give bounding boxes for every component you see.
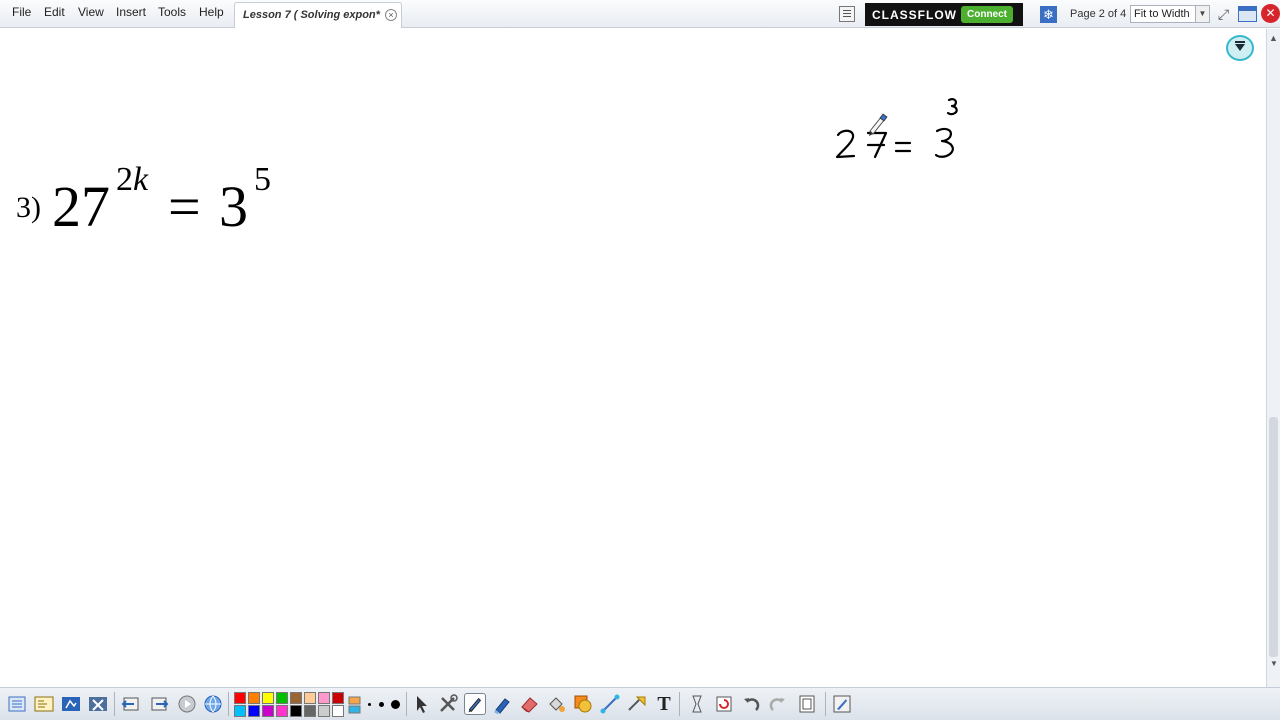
reset-page-icon[interactable] — [713, 693, 735, 715]
connector-icon[interactable] — [599, 693, 621, 715]
color-swatch[interactable] — [332, 692, 344, 704]
color-swatch[interactable] — [248, 705, 260, 717]
menu-insert[interactable]: Insert — [116, 5, 146, 19]
eraser-icon[interactable] — [518, 693, 540, 715]
color-swatch[interactable] — [234, 692, 246, 704]
web-browser-icon[interactable] — [202, 693, 224, 715]
page-indicator: Page 2 of 4 — [1070, 8, 1127, 20]
previous-page-icon[interactable] — [120, 693, 142, 715]
clear-icon[interactable] — [686, 693, 708, 715]
document-tab-title: Lesson 7 ( Solving expon* — [243, 9, 380, 21]
menu-bar: File Edit View Insert Tools Help Lesson … — [0, 0, 1280, 28]
problem-number: 3) — [16, 191, 41, 224]
undo-icon[interactable] — [740, 693, 762, 715]
chevron-down-icon[interactable]: ▼ — [1195, 6, 1209, 22]
browser-icon[interactable] — [33, 693, 55, 715]
menu-help[interactable]: Help — [199, 5, 224, 19]
color-swatch[interactable] — [262, 705, 274, 717]
exponent-coefficient: 2 — [116, 161, 133, 198]
color-swatch[interactable] — [290, 692, 302, 704]
equation-base-exponent: 2k — [116, 161, 148, 199]
toolbar-separator — [406, 692, 407, 716]
color-swatch[interactable] — [318, 705, 330, 717]
equation-base: 27 — [52, 174, 110, 239]
scroll-up-icon[interactable]: ▲ — [1269, 33, 1279, 47]
toolbar-separator — [228, 692, 229, 716]
flipchart-canvas[interactable]: 3) 27 2k = 3 5 — [0, 29, 1266, 687]
color-swatch[interactable] — [248, 692, 260, 704]
tools-icon[interactable] — [437, 693, 459, 715]
color-picker-icon[interactable] — [348, 693, 362, 715]
vertical-scrollbar[interactable]: ▲ ▼ — [1266, 29, 1280, 687]
shape-icon[interactable] — [572, 693, 594, 715]
color-swatch[interactable] — [276, 705, 288, 717]
desktop-annotate-icon[interactable] — [60, 693, 82, 715]
menu-file[interactable]: File — [12, 5, 31, 19]
equation-rhs: 3 — [219, 174, 248, 239]
menu-view[interactable]: View — [78, 5, 104, 19]
redo-icon[interactable] — [767, 693, 789, 715]
color-swatch[interactable] — [304, 692, 316, 704]
magic-ink-icon[interactable] — [626, 693, 648, 715]
app-window: File Edit View Insert Tools Help Lesson … — [0, 0, 1280, 720]
toolbar-separator — [679, 692, 680, 716]
window-mode-icon[interactable] — [1238, 6, 1257, 22]
zoom-value: Fit to Width — [1134, 8, 1190, 20]
close-icon[interactable]: ✕ — [1261, 4, 1280, 23]
fullscreen-icon[interactable]: ⤢ — [1215, 6, 1232, 23]
pen-tool-icon[interactable] — [464, 693, 486, 715]
desktop-tools-icon[interactable] — [87, 693, 109, 715]
toolbar-separator — [114, 692, 115, 716]
page-view-icon[interactable] — [796, 693, 818, 715]
color-swatch[interactable] — [262, 692, 274, 704]
menu-tools[interactable]: Tools — [158, 5, 186, 19]
snowflake-icon[interactable]: ❄ — [1040, 6, 1057, 23]
scrollbar-thumb[interactable] — [1269, 417, 1278, 657]
connect-button[interactable]: Connect — [961, 6, 1013, 23]
color-swatch[interactable] — [304, 705, 316, 717]
toolbar-separator — [825, 692, 826, 716]
document-tab[interactable]: Lesson 7 ( Solving expon* × — [234, 2, 402, 28]
equation-equals: = — [168, 174, 201, 239]
main-menu-icon[interactable] — [6, 693, 28, 715]
equation-rhs-exponent: 5 — [254, 161, 271, 198]
pen-width-small[interactable] — [368, 703, 371, 706]
record-icon[interactable] — [176, 693, 198, 715]
main-toolbar: T — [0, 687, 1280, 720]
classflow-logo: CLASSFLOW — [872, 8, 957, 22]
color-swatch[interactable] — [234, 705, 246, 717]
menu-edit[interactable]: Edit — [44, 5, 65, 19]
tab-close-icon[interactable]: × — [385, 9, 397, 21]
zoom-dropdown[interactable]: Fit to Width ▼ — [1130, 5, 1210, 23]
pen-width-large[interactable] — [391, 700, 400, 709]
exponent-variable: k — [133, 161, 149, 198]
pen-width-medium[interactable] — [379, 702, 384, 707]
classflow-panel: CLASSFLOW Connect — [865, 3, 1023, 26]
color-swatch[interactable] — [276, 692, 288, 704]
highlighter-icon[interactable] — [491, 693, 513, 715]
handwritten-annotation — [835, 98, 958, 159]
text-tool-icon[interactable]: T — [653, 693, 675, 715]
color-swatch[interactable] — [290, 705, 302, 717]
fill-icon[interactable] — [545, 693, 567, 715]
color-swatch[interactable] — [318, 692, 330, 704]
next-page-icon[interactable] — [148, 693, 170, 715]
scroll-down-icon[interactable]: ▼ — [1270, 659, 1278, 668]
expand-menu-icon[interactable] — [1226, 35, 1254, 61]
select-arrow-icon[interactable] — [410, 693, 432, 715]
color-swatch[interactable] — [332, 705, 344, 717]
notes-icon[interactable] — [839, 6, 855, 22]
customize-toolbar-icon[interactable] — [831, 693, 853, 715]
